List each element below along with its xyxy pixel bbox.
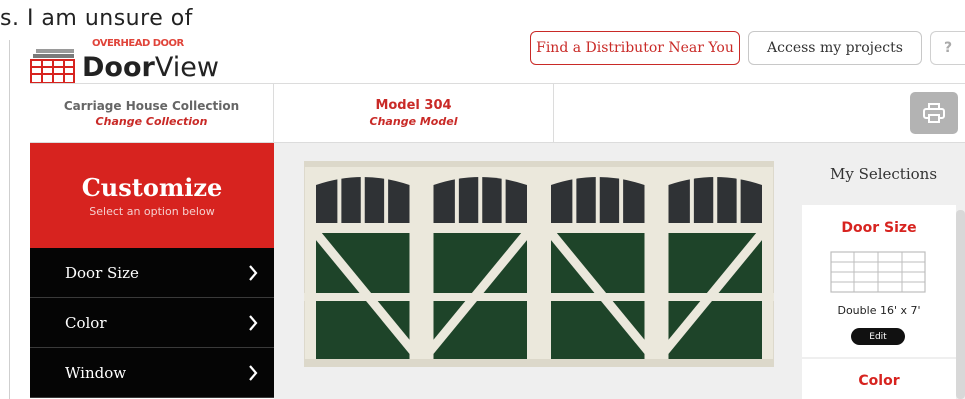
chevron-right-icon (249, 265, 258, 281)
change-model-link[interactable]: Change Model (370, 115, 458, 128)
menu-item-label: Color (65, 313, 107, 332)
my-selections-panel: My Selections Door Size Double 16' x 7' … (802, 143, 965, 399)
selections-scrollbar[interactable] (956, 210, 965, 399)
logo-text-light: View (154, 52, 219, 83)
customize-menu: Door Size Color Window (30, 248, 274, 398)
door-size-thumbnail (830, 251, 926, 293)
configuration-tabs: Carriage House Collection Change Collect… (30, 83, 965, 143)
print-button[interactable] (910, 92, 958, 134)
chevron-right-icon (249, 365, 258, 381)
collection-title: Carriage House Collection (63, 98, 240, 113)
tab-collection[interactable]: Carriage House Collection Change Collect… (30, 84, 274, 142)
help-button[interactable]: ? (930, 31, 965, 65)
logo-text-strong: Door (82, 52, 155, 83)
garage-door-preview (304, 161, 774, 367)
chevron-right-icon (249, 315, 258, 331)
edit-door-size-button[interactable]: Edit (851, 328, 905, 345)
door-size-value: Double 16' x 7' (837, 304, 921, 317)
menu-item-window[interactable]: Window (30, 348, 274, 398)
find-distributor-button[interactable]: Find a Distributor Near You (530, 31, 740, 65)
menu-item-door-size[interactable]: Door Size (30, 248, 274, 298)
selection-card-color: Color (802, 359, 956, 399)
access-projects-button[interactable]: Access my projects (748, 31, 922, 65)
doorview-logo[interactable]: OVERHEAD DOOR DoorView (30, 38, 230, 88)
logo-badge: OVERHEAD DOOR (92, 38, 184, 49)
my-selections-heading: My Selections (829, 165, 938, 183)
customize-title: Customize (81, 173, 223, 202)
tab-model[interactable]: Model 304 Change Model (274, 84, 554, 142)
garage-door-logo-icon (30, 49, 75, 84)
selection-card-door-size: Door Size Double 16' x 7' Edit (802, 205, 956, 357)
door-header-trim (304, 161, 774, 167)
door-preview-area (274, 143, 802, 399)
door-bottom-trim (304, 359, 774, 367)
door-rail (304, 293, 774, 301)
model-title: Model 304 (375, 98, 452, 113)
logo-wordmark: DoorView (82, 54, 219, 81)
left-divider (9, 40, 10, 399)
customize-header: Customize Select an option below (30, 143, 274, 248)
menu-item-color[interactable]: Color (30, 298, 274, 348)
selection-title-door-size: Door Size (841, 220, 917, 236)
customize-subtitle: Select an option below (89, 205, 215, 218)
menu-item-label: Door Size (65, 263, 139, 282)
menu-item-label: Window (65, 363, 127, 382)
printer-icon (923, 103, 945, 123)
selection-title-color: Color (858, 373, 900, 389)
change-collection-link[interactable]: Change Collection (96, 115, 208, 128)
overlay-text: s. I am unsure of (0, 6, 193, 31)
